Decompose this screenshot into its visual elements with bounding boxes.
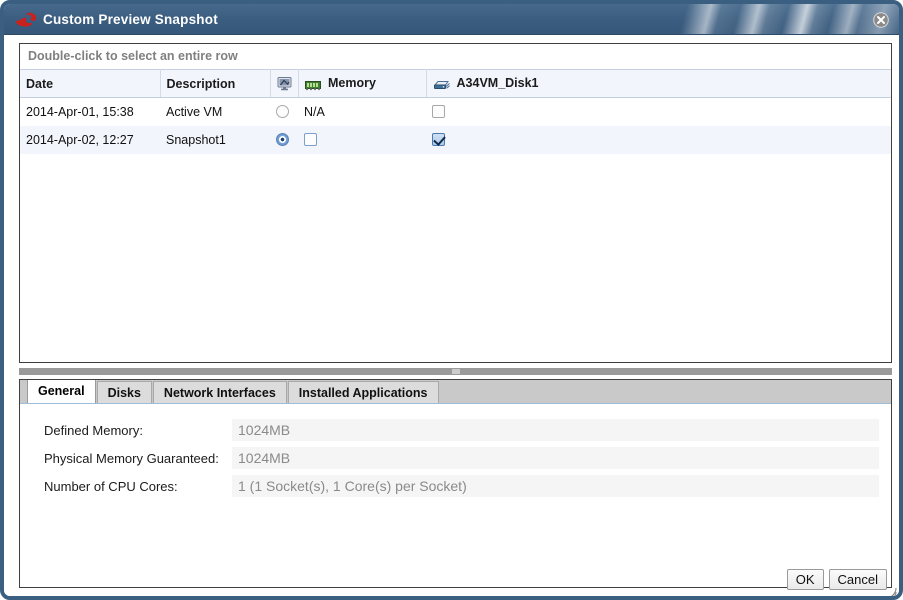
field-physical-memory-guaranteed-label: Physical Memory Guaranteed: — [44, 450, 219, 466]
title-bar-gloss — [639, 4, 899, 34]
ok-button[interactable]: OK — [786, 569, 824, 590]
tab-strip: General Disks Network Interfaces Install… — [20, 380, 891, 404]
memory-stick-icon — [304, 81, 321, 91]
column-header-date-label: Date — [26, 76, 54, 91]
field-number-of-cpu-cores-label: Number of CPU Cores: — [44, 478, 178, 494]
field-physical-memory-guaranteed: Physical Memory Guaranteed: 1024MB — [32, 444, 879, 472]
redhat-shadowman-icon — [16, 12, 36, 27]
tab-general[interactable]: General — [27, 380, 96, 403]
cell-description: Active VM — [160, 97, 270, 126]
cell-filler — [538, 125, 891, 154]
dialog-window: Custom Preview Snapshot Double-click to … — [0, 0, 903, 600]
panel-splitter[interactable] — [19, 368, 892, 375]
general-tab-content: Defined Memory: 1024MB Physical Memory G… — [20, 404, 891, 500]
field-defined-memory: Defined Memory: 1024MB — [32, 416, 879, 444]
disk-checkbox-unchecked[interactable] — [432, 104, 445, 118]
memory-checkbox-unchecked[interactable] — [304, 132, 317, 146]
tab-network-interfaces[interactable]: Network Interfaces — [152, 381, 287, 403]
disk-checkbox-checked[interactable] — [432, 132, 445, 146]
field-physical-memory-guaranteed-value: 1024MB — [232, 447, 879, 469]
column-header-preview[interactable] — [270, 69, 299, 98]
dialog-footer: OK Cancel — [786, 569, 887, 590]
table-row[interactable]: 2014-Apr-01, 15:38 Active VM N/A — [20, 97, 891, 126]
table-row[interactable]: 2014-Apr-02, 12:27 Snapshot1 — [20, 125, 891, 154]
cell-filler — [538, 97, 891, 126]
field-number-of-cpu-cores-value: 1 (1 Socket(s), 1 Core(s) per Socket) — [232, 475, 879, 497]
cell-preview-radio[interactable] — [270, 97, 298, 126]
column-header-filler — [538, 69, 891, 98]
cancel-button[interactable]: Cancel — [828, 569, 887, 590]
cell-disk-checkbox[interactable] — [426, 97, 538, 126]
window-title: Custom Preview Snapshot — [43, 12, 218, 27]
field-defined-memory-label: Defined Memory: — [44, 422, 143, 438]
title-bar[interactable]: Custom Preview Snapshot — [4, 4, 899, 35]
snapshot-table-panel: Double-click to select an entire row Dat… — [19, 43, 892, 363]
column-header-disk[interactable]: A34VM_Disk1 — [426, 69, 539, 98]
cell-memory: N/A — [298, 97, 426, 126]
table-header-row: Date Description Memory A34VM_Disk1 — [20, 69, 891, 98]
preview-radio-selected[interactable] — [276, 132, 289, 146]
field-number-of-cpu-cores: Number of CPU Cores: 1 (1 Socket(s), 1 C… — [32, 472, 879, 500]
cell-description: Snapshot1 — [160, 125, 270, 154]
close-icon[interactable] — [873, 12, 889, 28]
disk-drive-icon — [433, 81, 450, 89]
preview-radio-unselected[interactable] — [276, 104, 289, 118]
monitor-icon — [277, 77, 291, 91]
cell-memory-checkbox[interactable] — [298, 125, 426, 154]
table-hint: Double-click to select an entire row — [28, 49, 238, 63]
column-header-description[interactable]: Description — [160, 69, 271, 98]
cell-date: 2014-Apr-02, 12:27 — [20, 125, 160, 154]
cell-date: 2014-Apr-01, 15:38 — [20, 97, 160, 126]
column-header-description-label: Description — [166, 76, 236, 91]
column-header-memory-label: Memory — [327, 76, 376, 90]
tab-installed-applications[interactable]: Installed Applications — [287, 381, 439, 403]
dialog-body: Double-click to select an entire row Dat… — [4, 35, 899, 596]
snapshot-table: Date Description Memory A34VM_Disk1 2014… — [20, 69, 891, 154]
cell-preview-radio[interactable] — [270, 125, 298, 154]
tab-disks[interactable]: Disks — [96, 381, 152, 403]
cell-disk-checkbox[interactable] — [426, 125, 538, 154]
details-panel: General Disks Network Interfaces Install… — [19, 379, 892, 588]
field-defined-memory-value: 1024MB — [232, 419, 879, 441]
splitter-grip[interactable] — [451, 369, 460, 374]
column-header-disk-label: A34VM_Disk1 — [456, 76, 539, 90]
column-header-date[interactable]: Date — [20, 69, 161, 98]
column-header-memory[interactable]: Memory — [298, 69, 427, 98]
